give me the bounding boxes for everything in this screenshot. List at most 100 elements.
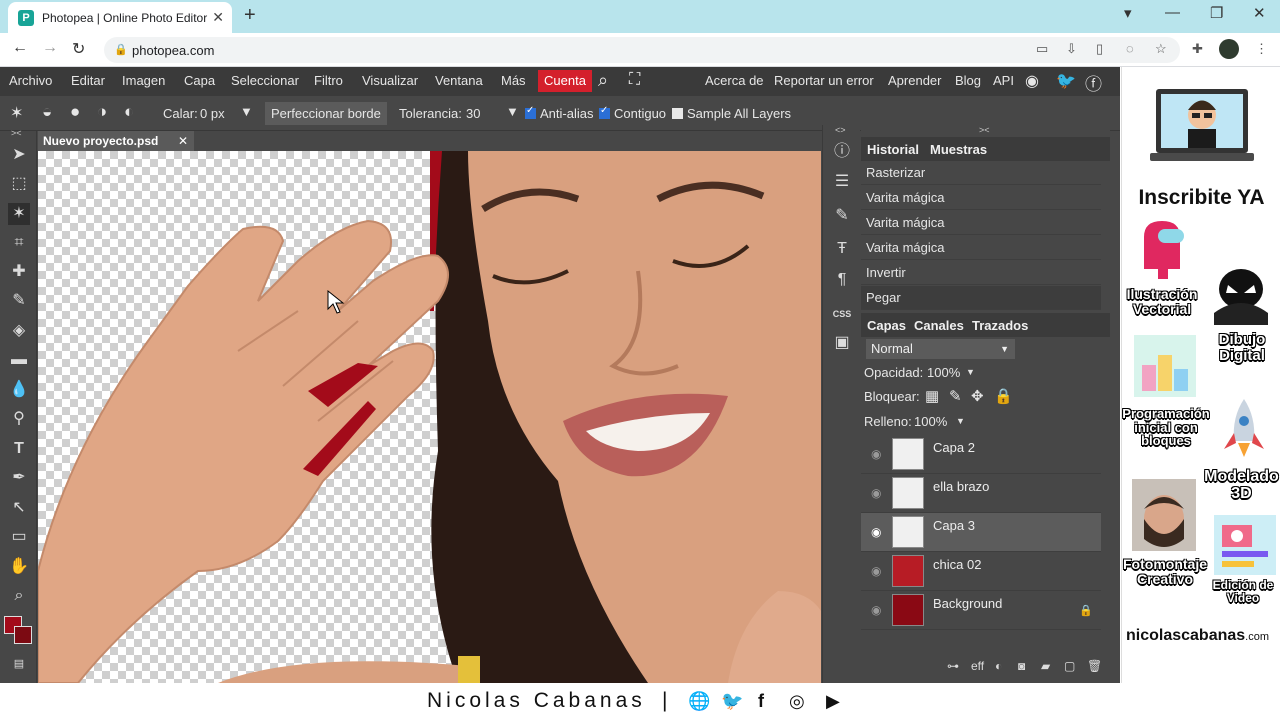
menu-acerca-de[interactable]: Acerca de (705, 73, 764, 88)
gradient-tool-icon[interactable]: ▬ (8, 349, 30, 371)
minimize-icon[interactable]: — (1165, 4, 1180, 21)
selection-subtract-icon[interactable]: ◑ (97, 102, 107, 122)
lock-transparency-icon[interactable]: ▦ (925, 387, 939, 405)
hand-tool-icon[interactable]: ✋ (8, 556, 30, 578)
menu-imagen[interactable]: Imagen (122, 73, 165, 88)
canvas[interactable] (38, 151, 821, 683)
maximize-icon[interactable]: ❐ (1210, 4, 1223, 22)
image-icon[interactable]: ▣ (832, 333, 852, 353)
contiguous-checkbox[interactable]: Contiguo (599, 105, 666, 121)
refine-edge-button[interactable]: Perfeccionar borde (265, 102, 387, 125)
fill-input[interactable]: 100% (914, 414, 947, 429)
menu-seleccionar[interactable]: Seleccionar (231, 73, 299, 88)
visibility-eye-icon[interactable]: ◉ (871, 486, 881, 500)
shape-tool-icon[interactable]: ▭ (8, 526, 30, 548)
forward-icon[interactable]: → (42, 39, 58, 57)
blend-mode-select[interactable]: Normal ▼ (866, 339, 1015, 359)
course-edicion-video[interactable]: Edición de Video (1206, 579, 1280, 604)
history-item[interactable]: Varita mágica (861, 211, 1101, 235)
menu-editar[interactable]: Editar (71, 73, 105, 88)
reload-icon[interactable]: ↻ (72, 39, 85, 59)
magic-wand-tool-icon[interactable]: ✶ (10, 103, 23, 123)
globe-icon[interactable]: 🌐 (688, 691, 710, 712)
account-button[interactable]: Cuenta (538, 70, 592, 92)
extensions-puzzle-icon[interactable]: ✚ (1192, 41, 1203, 57)
layer-row[interactable]: ◉ chica 02 (861, 552, 1101, 591)
menu-ventana[interactable]: Ventana (435, 73, 483, 88)
lock-all-icon[interactable]: 🔒 (994, 387, 1013, 405)
menu-visualizar[interactable]: Visualizar (362, 73, 418, 88)
history-item-current[interactable]: Pegar (861, 286, 1101, 310)
course-ilustracion-vectorial[interactable]: Ilustración Vectorial (1122, 287, 1202, 317)
tolerance-dropdown-icon[interactable]: ▼ (506, 104, 519, 119)
crop-tool-icon[interactable]: ⌗ (8, 232, 30, 254)
marquee-tool-icon[interactable]: ⬚ (8, 173, 30, 195)
profile-avatar[interactable] (1219, 39, 1239, 59)
tab-trazados[interactable]: Trazados (972, 318, 1028, 333)
page-icon[interactable]: ▯ (1096, 41, 1103, 57)
info-icon[interactable]: ⓘ (832, 142, 852, 162)
history-item[interactable]: Rasterizar (861, 161, 1101, 185)
layer-row[interactable]: ◉ ella brazo (861, 474, 1101, 513)
css-icon[interactable]: CSS (832, 304, 852, 324)
facebook-footer-icon[interactable]: f (758, 691, 764, 712)
visibility-eye-icon[interactable]: ◉ (871, 525, 881, 539)
menu-api[interactable]: API (993, 73, 1014, 88)
antialias-checkbox[interactable]: Anti-alias (525, 105, 593, 121)
bookmark-star-icon[interactable]: ☆ (1155, 41, 1167, 57)
opacity-input[interactable]: 100% (927, 365, 960, 380)
menu-archivo[interactable]: Archivo (9, 73, 52, 88)
fullscreen-icon[interactable]: ⛶ (629, 71, 640, 89)
collapse-toolbox-icon[interactable]: >< (11, 128, 22, 138)
tab-muestras[interactable]: Muestras (930, 142, 987, 157)
zoom-tool-icon[interactable]: ⌕ (8, 585, 30, 607)
tab-canales[interactable]: Canales (914, 318, 964, 333)
reddit-icon[interactable]: ◉ (1025, 71, 1039, 91)
feather-input[interactable]: 0 px (200, 106, 225, 121)
quick-mask-icon[interactable]: ▤ (8, 653, 30, 675)
new-tab-icon[interactable]: + (244, 4, 256, 27)
feather-dropdown-icon[interactable]: ▼ (240, 104, 253, 119)
new-layer-icon[interactable]: ▢ (1064, 659, 1075, 673)
paragraph-icon[interactable]: ¶ (832, 270, 852, 290)
brush-tool-icon[interactable]: ✎ (8, 290, 30, 312)
history-item[interactable]: Varita mágica (861, 236, 1101, 260)
document-tab[interactable]: Nuevo proyecto.psd ✕ (38, 131, 194, 151)
dodge-tool-icon[interactable]: ⚲ (8, 408, 30, 430)
visibility-eye-icon[interactable]: ◉ (871, 447, 881, 461)
facebook-icon[interactable]: ⓕ (1085, 70, 1102, 95)
menu-blog[interactable]: Blog (955, 73, 981, 88)
menu-mas[interactable]: Más (501, 73, 526, 88)
clipboard-icon[interactable]: ▭ (1036, 41, 1048, 57)
course-programacion[interactable]: Programación inicial con bloques (1122, 407, 1210, 448)
window-close-icon[interactable]: ✕ (1253, 4, 1266, 22)
menu-capa[interactable]: Capa (184, 73, 215, 88)
tab-capas[interactable]: Capas (867, 318, 906, 333)
site-link[interactable]: nicolascabanas.com (1126, 627, 1280, 645)
sample-all-layers-checkbox[interactable]: Sample All Layers (672, 106, 791, 121)
type-tool-icon[interactable]: T (8, 438, 30, 460)
layer-mask-icon[interactable]: ◙ (1018, 659, 1025, 673)
background-color-swatch[interactable] (14, 626, 32, 644)
course-modelado-3d[interactable]: Modelado 3D (1202, 468, 1280, 503)
collapse-strip-icon[interactable]: <> (835, 125, 846, 135)
twitter-footer-icon[interactable]: 🐦 (721, 691, 743, 712)
lock-paint-icon[interactable]: ✎ (949, 387, 962, 405)
brush-panel-icon[interactable]: ✎ (832, 206, 852, 226)
selection-add-icon[interactable]: ● (70, 102, 80, 122)
chrome-menu-icon[interactable]: ⋮ (1255, 41, 1268, 57)
opacity-dropdown-icon[interactable]: ▼ (966, 367, 975, 377)
layer-effects-icon[interactable]: eff (971, 659, 984, 673)
layer-row-selected[interactable]: ◉ Capa 3 (861, 513, 1101, 552)
search-icon[interactable]: ⌕ (598, 70, 608, 91)
history-item[interactable]: Varita mágica (861, 186, 1101, 210)
course-fotomontaje[interactable]: Fotomontaje Creativo (1122, 557, 1208, 587)
visibility-eye-icon[interactable]: ◉ (871, 603, 881, 617)
back-icon[interactable]: ← (12, 39, 28, 57)
delete-layer-icon[interactable]: 🗑 (1087, 659, 1102, 673)
document-close-icon[interactable]: ✕ (178, 131, 188, 151)
history-item[interactable]: Invertir (861, 261, 1101, 285)
character-icon[interactable]: Ŧ (832, 239, 852, 259)
menu-filtro[interactable]: Filtro (314, 73, 343, 88)
layer-row[interactable]: ◉ Background 🔒 (861, 591, 1101, 630)
